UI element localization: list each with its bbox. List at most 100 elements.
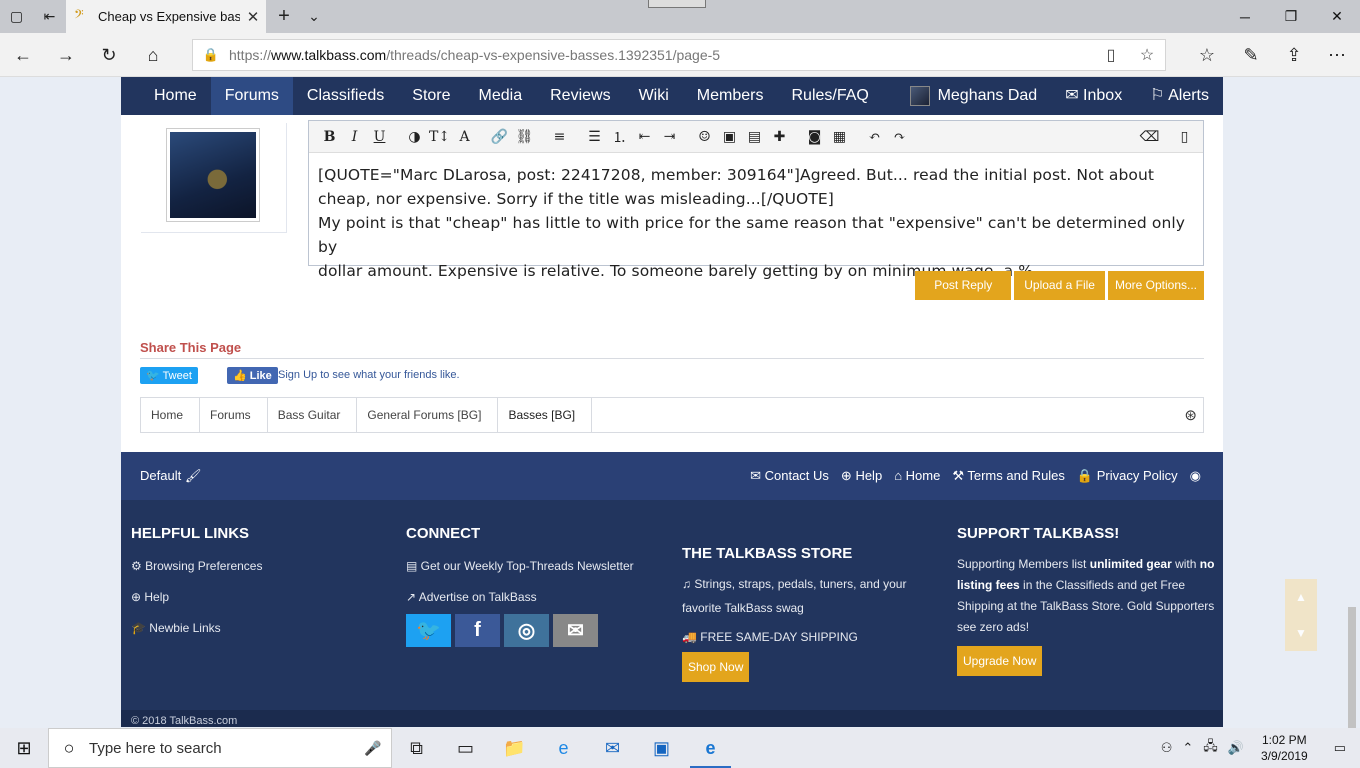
rss-icon[interactable]: ◉ — [1190, 468, 1201, 484]
nav-classifieds[interactable]: Classifieds — [293, 77, 398, 115]
vertical-scrollbar[interactable] — [1343, 77, 1360, 768]
numbered-list-icon[interactable]: ⒈ — [607, 125, 632, 149]
home-icon[interactable]: ⌂ — [138, 40, 168, 70]
indent-icon[interactable]: ⇥ — [657, 125, 682, 149]
post-reply-button[interactable]: Post Reply — [915, 271, 1012, 300]
eraser-icon[interactable]: ⌫ — [1137, 125, 1162, 149]
upgrade-now-button[interactable]: Upgrade Now — [957, 646, 1043, 676]
nav-forums[interactable]: Forums — [210, 77, 293, 115]
window-app-icon[interactable]: ▭ — [441, 728, 490, 768]
redo-icon[interactable]: ↷ — [887, 125, 912, 149]
favorite-star-icon[interactable]: ☆ — [1129, 45, 1165, 65]
newbie-links-link[interactable]: 🎓 Newbie Links — [131, 621, 262, 635]
nav-home[interactable]: Home — [121, 77, 211, 115]
facebook-icon[interactable]: f — [455, 614, 500, 647]
newsletter-link[interactable]: ▤ Get our Weekly Top-Threads Newsletter — [406, 559, 634, 573]
browser-tab[interactable]: 𝄢 Cheap vs Expensive bas ✕ — [66, 0, 266, 33]
microphone-icon[interactable]: 🎤 — [355, 740, 391, 757]
footer-help-link[interactable]: ⊕ Help — [841, 468, 882, 484]
link-icon[interactable]: 🔗 — [487, 125, 512, 149]
nav-media[interactable]: Media — [465, 77, 537, 115]
scroll-up-icon[interactable]: ▲ — [1285, 579, 1317, 615]
more-icon[interactable]: ⋯ — [1322, 40, 1352, 70]
network-icon[interactable]: 🖧 — [1198, 737, 1223, 759]
new-tab-icon[interactable]: + — [272, 4, 296, 28]
people-icon[interactable]: ⚇ — [1156, 740, 1178, 756]
footer-home-link[interactable]: ⌂ Home — [894, 468, 940, 484]
media-icon[interactable]: ▤ — [742, 125, 767, 149]
pen-icon[interactable]: ✎ — [1236, 40, 1266, 70]
reading-view-icon[interactable]: ▯ — [1093, 45, 1129, 65]
favorites-list-icon[interactable]: ☆ — [1192, 40, 1222, 70]
action-center-icon[interactable]: ▭ — [1320, 740, 1360, 756]
nav-rules-faq[interactable]: Rules/FAQ — [777, 77, 882, 115]
breadcrumb-forums[interactable]: Forums — [200, 398, 268, 432]
align-icon[interactable]: ≡ — [547, 125, 572, 149]
volume-icon[interactable]: 🔊 — [1223, 740, 1249, 756]
camera-icon[interactable]: ◙ — [802, 125, 827, 149]
back-icon[interactable]: ← — [8, 40, 38, 70]
editor-textarea[interactable]: [QUOTE="Marc DLarosa, post: 22417208, me… — [309, 153, 1203, 283]
breadcrumb-basses[interactable]: Basses [BG] — [498, 398, 593, 432]
unlink-icon[interactable]: ⛓ — [512, 125, 537, 149]
tab-close-icon[interactable]: ✕ — [240, 8, 266, 26]
footer-privacy-link[interactable]: 🔒 Privacy Policy — [1077, 468, 1178, 484]
save-draft-icon[interactable]: ▦ — [827, 125, 852, 149]
tab-manager-icon[interactable]: ▢ — [0, 0, 33, 33]
nav-user[interactable]: Meghans Dad — [896, 77, 1052, 115]
drag-handle[interactable] — [648, 0, 706, 8]
clock[interactable]: 1:02 PM 3/9/2019 — [1249, 732, 1320, 764]
close-window-icon[interactable]: ✕ — [1314, 0, 1360, 33]
file-explorer-icon[interactable]: 📁 — [490, 728, 539, 768]
undo-icon[interactable]: ↶ — [862, 125, 887, 149]
signup-link[interactable]: Sign Up — [278, 369, 317, 381]
tray-expand-icon[interactable]: ⌃ — [1177, 740, 1198, 756]
insert-icon[interactable]: ✚ — [767, 125, 792, 149]
outlook-icon[interactable]: ✉ — [588, 728, 637, 768]
smilie-icon[interactable]: ☺ — [692, 125, 717, 149]
footer-terms-link[interactable]: ⚒ Terms and Rules — [952, 468, 1065, 484]
more-options-button[interactable]: More Options... — [1107, 271, 1204, 300]
tweet-button[interactable]: 🐦 Tweet — [140, 367, 198, 384]
forward-icon[interactable]: → — [51, 40, 81, 70]
advertise-link[interactable]: ↗ Advertise on TalkBass — [406, 590, 634, 604]
task-view-icon[interactable]: ⧉ — [392, 728, 441, 768]
restore-icon[interactable]: ❐ — [1268, 0, 1314, 33]
email-icon[interactable]: ✉ — [553, 614, 598, 647]
url-field[interactable]: 🔒 https://www.talkbass.com/threads/cheap… — [192, 39, 1166, 71]
tab-dropdown-icon[interactable]: ⌄ — [302, 4, 326, 28]
color-icon[interactable]: ◑ — [402, 125, 427, 149]
jump-menu-icon[interactable]: ⊛ — [1184, 406, 1197, 424]
contact-card-icon[interactable]: ▣ — [637, 728, 686, 768]
italic-icon[interactable]: I — [342, 125, 367, 149]
nav-members[interactable]: Members — [683, 77, 778, 115]
image-icon[interactable]: ▣ — [717, 125, 742, 149]
browsing-preferences-link[interactable]: ⚙ Browsing Preferences — [131, 559, 262, 573]
style-chooser[interactable]: Default 🖌 — [140, 468, 201, 484]
footer-contact-link[interactable]: ✉ Contact Us — [750, 468, 829, 484]
shop-now-button[interactable]: Shop Now — [682, 652, 750, 682]
instagram-icon[interactable]: ◎ — [504, 614, 549, 647]
underline-icon[interactable]: U — [367, 125, 392, 149]
internet-explorer-icon[interactable]: e — [539, 728, 588, 768]
refresh-icon[interactable]: ↻ — [94, 40, 124, 70]
twitter-icon[interactable]: 🐦 — [406, 614, 451, 647]
text-size-icon[interactable]: T↕ — [427, 125, 452, 149]
edge-icon[interactable]: e — [686, 728, 735, 768]
set-aside-tabs-icon[interactable]: ⇤ — [33, 0, 66, 33]
taskbar-search[interactable]: ○ Type here to search 🎤 — [48, 728, 392, 768]
font-icon[interactable]: A — [452, 125, 477, 149]
breadcrumb-general-forums[interactable]: General Forums [BG] — [357, 398, 499, 432]
outdent-icon[interactable]: ⇤ — [632, 125, 657, 149]
upload-file-button[interactable]: Upload a File — [1014, 271, 1105, 300]
scroll-down-icon[interactable]: ▼ — [1285, 615, 1317, 651]
share-icon[interactable]: ⇪ — [1279, 40, 1309, 70]
bold-icon[interactable]: B — [317, 125, 342, 149]
nav-reviews[interactable]: Reviews — [536, 77, 624, 115]
nav-inbox[interactable]: ✉ Inbox — [1051, 77, 1136, 115]
bbcode-icon[interactable]: ▯ — [1172, 125, 1197, 149]
help-link[interactable]: ⊕ Help — [131, 590, 262, 604]
facebook-like-button[interactable]: 👍 Like — [227, 367, 278, 384]
nav-alerts[interactable]: ⚐ Alerts — [1136, 77, 1223, 115]
windows-start-icon[interactable]: ⊞ — [0, 728, 48, 768]
